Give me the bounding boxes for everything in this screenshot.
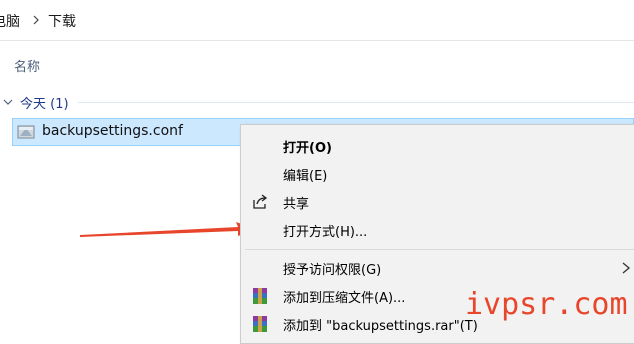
group-divider <box>78 102 634 103</box>
breadcrumb-current[interactable]: 下载 <box>48 11 76 31</box>
menu-item-label: 授予访问权限(G) <box>283 263 382 278</box>
menu-item-label: 共享 <box>283 197 310 212</box>
menu-item-label: 编辑(E) <box>283 169 328 184</box>
menu-item-share[interactable]: 共享 <box>241 189 634 215</box>
menu-separator <box>245 249 634 250</box>
address-bar[interactable]: 电脑 下载 <box>0 0 634 41</box>
chevron-right-icon <box>33 15 39 25</box>
menu-item-label: 打开方式(H)... <box>283 225 368 240</box>
menu-item-give-access[interactable]: 授予访问权限(G) <box>241 255 634 281</box>
menu-item-open-with[interactable]: 打开方式(H)... <box>241 217 634 243</box>
group-label: 今天 (1) <box>20 97 69 112</box>
watermark: ivpsr.com <box>465 287 628 322</box>
chevron-right-icon <box>622 262 631 274</box>
menu-item-label: 添加到压缩文件(A)... <box>283 291 406 306</box>
winrar-icon <box>253 288 267 304</box>
menu-item-edit[interactable]: 编辑(E) <box>241 161 634 187</box>
share-icon <box>253 194 268 209</box>
config-file-icon <box>17 125 35 139</box>
file-name: backupsettings.conf <box>42 123 183 139</box>
annotation-arrow-icon <box>80 222 256 237</box>
breadcrumb-parent[interactable]: 电脑 <box>0 11 20 31</box>
column-header-name[interactable]: 名称 <box>14 56 40 75</box>
chevron-down-icon <box>3 99 13 105</box>
winrar-icon <box>253 316 267 332</box>
menu-item-label: 打开(O) <box>283 141 332 156</box>
menu-item-label: 添加到 "backupsettings.rar"(T) <box>283 319 478 334</box>
menu-item-open[interactable]: 打开(O) <box>241 133 634 159</box>
